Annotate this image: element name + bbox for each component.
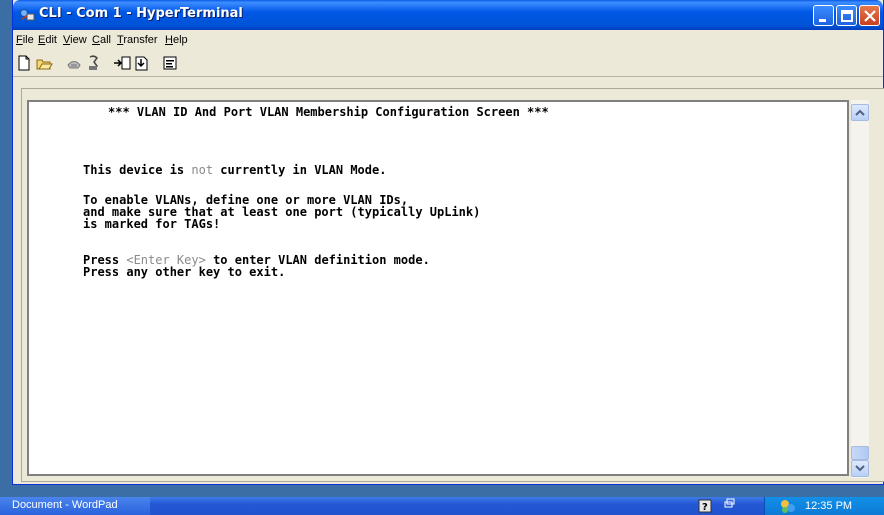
menu-transfer[interactable]: Transfer (117, 34, 158, 46)
menu-bar: File Edit View Call Transfer Help (13, 30, 883, 50)
close-button[interactable] (859, 5, 880, 26)
menu-call[interactable]: Call (92, 34, 111, 46)
terminal-dim-text: not (191, 163, 214, 177)
screen-heading: *** VLAN ID And Port VLAN Membership Con… (108, 105, 549, 119)
terminal-line: is marked for TAGs! (83, 217, 221, 231)
scroll-thumb[interactable] (851, 446, 869, 460)
disconnect-icon[interactable] (85, 54, 103, 72)
minimize-icon (819, 19, 826, 22)
hyperterminal-window: CLI - Com 1 - HyperTerminal File Edit Vi… (12, 0, 884, 485)
help-icon[interactable]: ? (698, 498, 712, 514)
taskbar-button-wordpad[interactable]: Document - WordPad (0, 497, 150, 515)
network-icon[interactable] (779, 498, 797, 514)
connect-icon[interactable] (65, 54, 83, 72)
chevron-up-icon (855, 109, 865, 116)
send-icon[interactable] (113, 54, 131, 72)
desktop-strip (0, 485, 884, 497)
title-bar[interactable]: CLI - Com 1 - HyperTerminal (13, 0, 883, 30)
maximize-icon (841, 10, 853, 22)
chevron-down-icon (855, 465, 865, 472)
menu-view[interactable]: View (63, 34, 87, 46)
clock: 12:35 PM (805, 500, 853, 512)
svg-text:?: ? (702, 502, 708, 513)
minimize-button[interactable] (813, 5, 834, 26)
toolbar (13, 50, 883, 77)
taskbar: Document - WordPad ? 12:35 PM (0, 497, 884, 515)
system-tray: 12:35 PM (764, 497, 884, 515)
vertical-scrollbar[interactable] (851, 100, 869, 478)
hyperterminal-icon (20, 9, 35, 21)
restore-icon[interactable] (724, 498, 736, 510)
menu-help[interactable]: Help (165, 34, 188, 46)
terminal-line: This device is not currently in VLAN Mod… (83, 163, 387, 177)
open-icon[interactable] (35, 54, 53, 72)
scroll-down-button[interactable] (851, 460, 869, 477)
terminal-line: Press any other key to exit. (83, 265, 286, 279)
maximize-button[interactable] (836, 5, 857, 26)
properties-icon[interactable] (161, 54, 179, 72)
terminal-screen[interactable]: *** VLAN ID And Port VLAN Membership Con… (27, 100, 849, 476)
receive-icon[interactable] (133, 54, 151, 72)
scroll-up-button[interactable] (851, 104, 869, 121)
menu-edit[interactable]: Edit (38, 34, 57, 46)
window-title: CLI - Com 1 - HyperTerminal (39, 6, 243, 21)
menu-file[interactable]: File (16, 34, 34, 46)
new-icon[interactable] (15, 54, 33, 72)
close-icon (864, 10, 876, 22)
